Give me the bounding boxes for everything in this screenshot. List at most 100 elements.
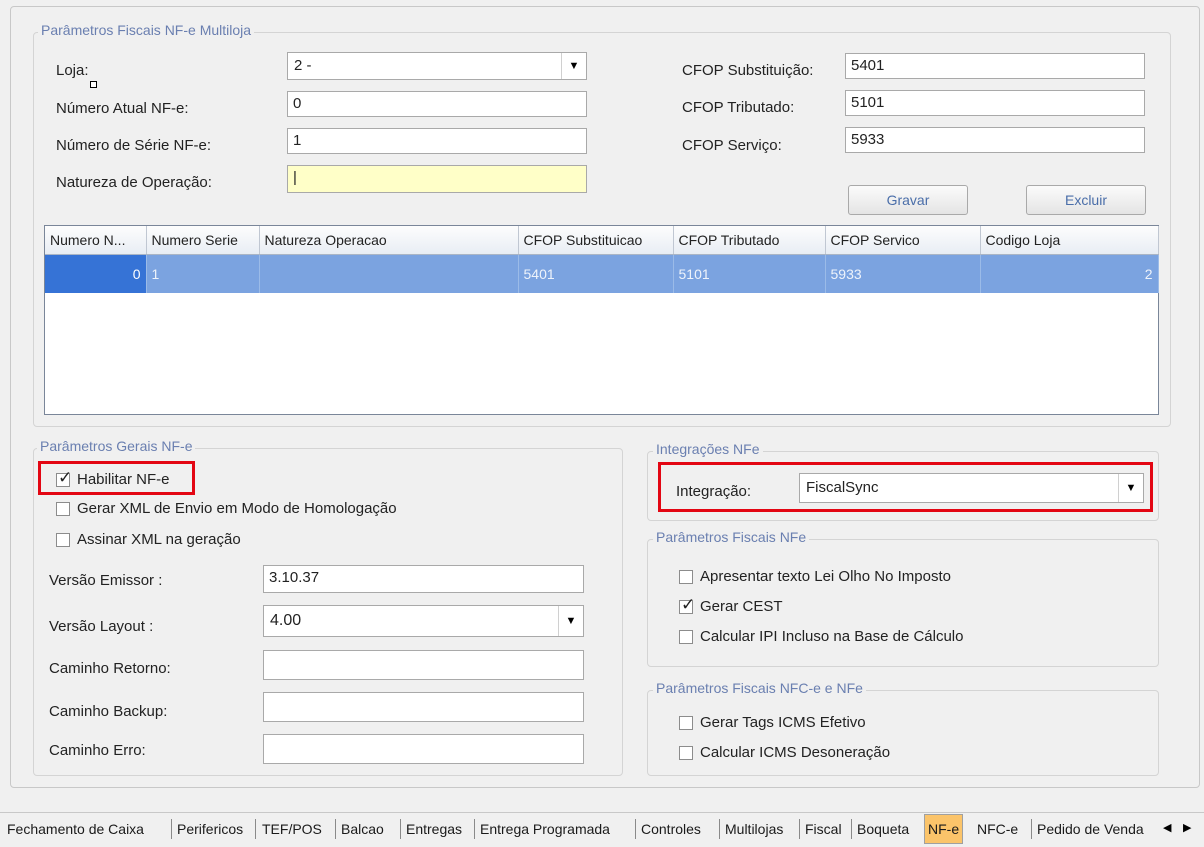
icms-desoneracao-label: Calcular ICMS Desoneração bbox=[700, 744, 891, 761]
chevron-down-icon[interactable]: ▼ bbox=[561, 53, 586, 79]
versao-emissor-label: Versão Emissor : bbox=[49, 572, 163, 589]
checkbox-box[interactable] bbox=[56, 502, 70, 516]
caminho-backup-input[interactable] bbox=[263, 692, 584, 722]
table-cell[interactable]: 1 bbox=[146, 254, 260, 293]
highlight-box bbox=[38, 461, 195, 495]
gerais-legend: Parâmetros Gerais NF-e bbox=[37, 438, 196, 454]
tab-separator bbox=[255, 819, 256, 839]
numero-atual-label: Número Atual NF-e: bbox=[56, 100, 189, 117]
chevron-down-icon[interactable]: ▼ bbox=[558, 606, 583, 636]
table-row[interactable]: 0 1 5401 5101 5933 2 bbox=[45, 254, 1159, 293]
tab-separator bbox=[1031, 819, 1032, 839]
tab-nfce[interactable]: NFC-e bbox=[974, 816, 1021, 842]
calcular-ipi-checkbox[interactable]: Calcular IPI Incluso na Base de Cálculo bbox=[679, 628, 999, 650]
column-header[interactable]: Codigo Loja bbox=[980, 226, 1159, 255]
tab-separator bbox=[635, 819, 636, 839]
versao-emissor-input[interactable]: 3.10.37 bbox=[263, 565, 584, 593]
tab-fiscal[interactable]: Fiscal bbox=[802, 816, 845, 842]
tab-separator bbox=[474, 819, 475, 839]
gerar-cest-checkbox[interactable]: ✓ Gerar CEST bbox=[679, 596, 799, 620]
tab-separator bbox=[799, 819, 800, 839]
column-header[interactable]: CFOP Tributado bbox=[673, 226, 826, 255]
checkbox-box[interactable] bbox=[679, 570, 693, 584]
assinar-checkbox[interactable]: Assinar XML na geração bbox=[56, 531, 276, 553]
highlight-box bbox=[658, 462, 1153, 512]
table-cell[interactable] bbox=[259, 254, 519, 293]
homologacao-label: Gerar XML de Envio em Modo de Homologaçã… bbox=[77, 500, 397, 517]
loja-select[interactable]: 2 - ▼ bbox=[287, 52, 587, 80]
caminho-erro-input[interactable] bbox=[263, 734, 584, 764]
multiloja-legend: Parâmetros Fiscais NF-e Multiloja bbox=[38, 22, 255, 38]
icms-desoneracao-checkbox[interactable]: Calcular ICMS Desoneração bbox=[679, 744, 919, 766]
tab-perifericos[interactable]: Perifericos bbox=[174, 816, 246, 842]
integracoes-legend: Integrações NFe bbox=[653, 441, 763, 457]
column-header[interactable]: Numero N... bbox=[45, 226, 147, 255]
cfop-serv-label: CFOP Serviço: bbox=[682, 137, 782, 154]
calcular-ipi-label: Calcular IPI Incluso na Base de Cálculo bbox=[700, 628, 964, 645]
assinar-label: Assinar XML na geração bbox=[77, 531, 241, 548]
tab-separator bbox=[335, 819, 336, 839]
cursor-icon bbox=[90, 81, 97, 88]
tab-separator bbox=[171, 819, 172, 839]
checkbox-box[interactable] bbox=[679, 746, 693, 760]
excluir-button[interactable]: Excluir bbox=[1026, 185, 1146, 215]
gravar-button[interactable]: Gravar bbox=[848, 185, 968, 215]
checkbox-box[interactable]: ✓ bbox=[679, 596, 695, 614]
checkbox-box[interactable] bbox=[679, 716, 693, 730]
table-cell[interactable]: 5933 bbox=[825, 254, 981, 293]
numero-serie-input[interactable]: 1 bbox=[287, 128, 587, 154]
numero-serie-label: Número de Série NF-e: bbox=[56, 137, 212, 154]
caminho-erro-label: Caminho Erro: bbox=[49, 742, 146, 759]
cfop-subst-input[interactable]: 5401 bbox=[845, 53, 1145, 79]
homologacao-checkbox[interactable]: Gerar XML de Envio em Modo de Homologaçã… bbox=[56, 500, 416, 522]
scroll-left-icon[interactable]: ◀ bbox=[1163, 821, 1171, 834]
tab-controles[interactable]: Controles bbox=[638, 816, 704, 842]
natureza-input[interactable]: | bbox=[287, 165, 587, 193]
table-cell[interactable]: 0 bbox=[45, 254, 147, 293]
column-header[interactable]: Numero Serie bbox=[146, 226, 260, 255]
column-header[interactable]: Natureza Operacao bbox=[259, 226, 519, 255]
tab-pedido-venda[interactable]: Pedido de Venda bbox=[1034, 816, 1147, 842]
tab-separator bbox=[719, 819, 720, 839]
loja-value: 2 - bbox=[294, 57, 312, 74]
tab-tef-pos[interactable]: TEF/POS bbox=[259, 816, 325, 842]
scroll-right-icon[interactable]: ▶ bbox=[1183, 821, 1191, 834]
tab-entrega-programada[interactable]: Entrega Programada bbox=[477, 816, 613, 842]
lei-olho-checkbox[interactable]: Apresentar texto Lei Olho No Imposto bbox=[679, 568, 979, 590]
tags-icms-checkbox[interactable]: Gerar Tags ICMS Efetivo bbox=[679, 714, 899, 736]
tab-balcao[interactable]: Balcao bbox=[338, 816, 387, 842]
table-cell[interactable]: 2 bbox=[980, 254, 1159, 293]
tab-entregas[interactable]: Entregas bbox=[403, 816, 465, 842]
table-header: Numero N... Numero Serie Natureza Operac… bbox=[45, 226, 1159, 255]
checkbox-box[interactable] bbox=[679, 630, 693, 644]
numero-atual-input[interactable]: 0 bbox=[287, 91, 587, 117]
table-cell[interactable]: 5101 bbox=[673, 254, 826, 293]
gerar-cest-label: Gerar CEST bbox=[700, 598, 783, 615]
versao-layout-value: 4.00 bbox=[270, 612, 302, 629]
cfop-trib-label: CFOP Tributado: bbox=[682, 99, 795, 116]
versao-layout-select[interactable]: 4.00 ▼ bbox=[263, 605, 584, 637]
natureza-label: Natureza de Operação: bbox=[56, 174, 212, 191]
tags-icms-label: Gerar Tags ICMS Efetivo bbox=[700, 714, 866, 731]
loja-label: Loja: bbox=[56, 62, 89, 79]
column-header[interactable]: CFOP Substituicao bbox=[518, 226, 674, 255]
tab-fechamento-caixa[interactable]: Fechamento de Caixa bbox=[4, 816, 147, 842]
lei-olho-label: Apresentar texto Lei Olho No Imposto bbox=[700, 568, 951, 585]
multiloja-table: Numero N... Numero Serie Natureza Operac… bbox=[45, 226, 1159, 293]
cfop-trib-input[interactable]: 5101 bbox=[845, 90, 1145, 116]
tab-multilojas[interactable]: Multilojas bbox=[722, 816, 786, 842]
tab-nfe[interactable]: NF-e bbox=[924, 814, 964, 844]
column-header[interactable]: CFOP Servico bbox=[825, 226, 981, 255]
cfop-subst-label: CFOP Substituição: bbox=[682, 62, 814, 79]
tab-separator bbox=[400, 819, 401, 839]
tab-boqueta[interactable]: Boqueta bbox=[854, 816, 912, 842]
cfop-serv-input[interactable]: 5933 bbox=[845, 127, 1145, 153]
fiscais-nfe-legend: Parâmetros Fiscais NFe bbox=[653, 529, 810, 545]
checkbox-box[interactable] bbox=[56, 533, 70, 547]
fiscais-nfce-legend: Parâmetros Fiscais NFC-e e NFe bbox=[653, 680, 866, 696]
table-cell[interactable]: 5401 bbox=[518, 254, 674, 293]
caminho-backup-label: Caminho Backup: bbox=[49, 703, 168, 720]
tab-bar: Fechamento de Caixa Perifericos TEF/POS … bbox=[0, 812, 1204, 847]
caminho-retorno-input[interactable] bbox=[263, 650, 584, 680]
check-icon: ✓ bbox=[681, 595, 696, 614]
